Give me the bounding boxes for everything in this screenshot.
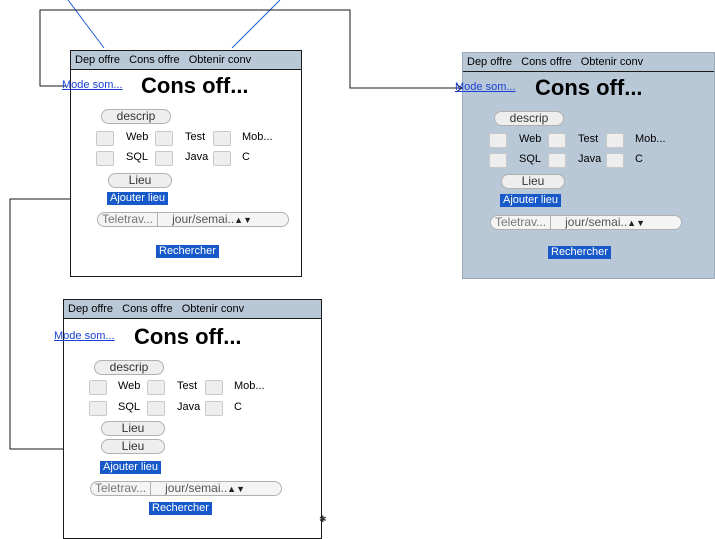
checkbox-c[interactable] bbox=[606, 153, 624, 168]
checkbox-sql[interactable] bbox=[96, 151, 114, 166]
location-input[interactable]: Lieu bbox=[501, 174, 565, 189]
checkbox-java[interactable] bbox=[147, 401, 165, 416]
label-java: Java bbox=[578, 153, 602, 165]
mode-link[interactable]: Mode som... bbox=[62, 79, 123, 91]
tab-dep-offre[interactable]: Dep offre bbox=[467, 56, 512, 68]
search-button[interactable]: Rechercher bbox=[156, 245, 219, 258]
add-location-button[interactable]: Ajouter lieu bbox=[107, 192, 169, 205]
label-java: Java bbox=[177, 401, 201, 413]
label-c: C bbox=[234, 401, 242, 413]
checkbox-mob[interactable] bbox=[213, 131, 231, 146]
tab-obtenir-conv[interactable]: Obtenir conv bbox=[182, 303, 244, 315]
remote-select-left: Teletrav... bbox=[95, 481, 147, 495]
checkbox-sql[interactable] bbox=[89, 401, 107, 416]
connector-line bbox=[67, 0, 105, 49]
tab-cons-offre[interactable]: Cons offre bbox=[521, 56, 572, 68]
checkbox-mob[interactable] bbox=[606, 133, 624, 148]
remote-work-select[interactable]: Teletrav... jour/semai..▲▼ bbox=[90, 481, 282, 496]
label-mob: Mob... bbox=[234, 380, 265, 392]
add-location-button[interactable]: Ajouter lieu bbox=[100, 461, 162, 474]
checkbox-web[interactable] bbox=[96, 131, 114, 146]
remote-select-left: Teletrav... bbox=[495, 215, 547, 229]
search-button[interactable]: Rechercher bbox=[548, 246, 611, 259]
remote-work-select[interactable]: Teletrav... jour/semai..▲▼ bbox=[490, 215, 682, 230]
add-location-button[interactable]: Ajouter lieu bbox=[500, 194, 562, 207]
label-java: Java bbox=[185, 151, 209, 163]
label-test: Test bbox=[578, 133, 599, 145]
tab-dep-offre[interactable]: Dep offre bbox=[68, 303, 113, 315]
label-web: Web bbox=[126, 131, 149, 143]
checkbox-test[interactable] bbox=[147, 380, 165, 395]
label-test: Test bbox=[177, 380, 198, 392]
label-sql: SQL bbox=[519, 153, 542, 165]
mode-link[interactable]: Mode som... bbox=[54, 330, 115, 342]
checkbox-mob[interactable] bbox=[205, 380, 223, 395]
tab-dep-offre[interactable]: Dep offre bbox=[75, 54, 120, 66]
label-mob: Mob... bbox=[242, 131, 273, 143]
tab-bar: Dep offre Cons offre Obtenir conv bbox=[463, 53, 714, 72]
location-input[interactable]: Lieu bbox=[101, 421, 165, 436]
checkbox-java[interactable] bbox=[548, 153, 566, 168]
tab-cons-offre[interactable]: Cons offre bbox=[122, 303, 173, 315]
description-input[interactable]: descrip bbox=[494, 111, 564, 126]
checkbox-web[interactable] bbox=[489, 133, 507, 148]
label-sql: SQL bbox=[126, 151, 149, 163]
mode-link[interactable]: Mode som... bbox=[455, 81, 516, 93]
tab-obtenir-conv[interactable]: Obtenir conv bbox=[581, 56, 643, 68]
search-button[interactable]: Rechercher bbox=[149, 502, 212, 515]
checkbox-c[interactable] bbox=[205, 401, 223, 416]
description-input[interactable]: descrip bbox=[101, 109, 171, 124]
remote-work-select[interactable]: Teletrav... jour/semai..▲▼ bbox=[97, 212, 289, 227]
location-input[interactable]: Lieu bbox=[108, 173, 172, 188]
remote-select-left: Teletrav... bbox=[102, 212, 154, 226]
location-input-added[interactable]: Lieu bbox=[101, 439, 165, 454]
label-c: C bbox=[635, 153, 643, 165]
updown-arrows-icon: ▲▼ bbox=[234, 215, 252, 225]
checkbox-web[interactable] bbox=[89, 380, 107, 395]
label-test: Test bbox=[185, 131, 206, 143]
checkbox-c[interactable] bbox=[213, 151, 231, 166]
checkbox-java[interactable] bbox=[155, 151, 173, 166]
checkbox-test[interactable] bbox=[548, 133, 566, 148]
tab-cons-offre[interactable]: Cons offre bbox=[129, 54, 180, 66]
checkbox-sql[interactable] bbox=[489, 153, 507, 168]
remote-select-right: jour/semai.. bbox=[550, 216, 627, 229]
page-title: Cons off... bbox=[141, 73, 249, 98]
label-sql: SQL bbox=[118, 401, 141, 413]
label-web: Web bbox=[118, 380, 141, 392]
checkbox-test[interactable] bbox=[155, 131, 173, 146]
page-title: Cons off... bbox=[535, 75, 643, 100]
page-title: Cons off... bbox=[134, 324, 242, 349]
tab-bar: Dep offre Cons offre Obtenir conv bbox=[64, 300, 321, 319]
label-mob: Mob... bbox=[635, 133, 666, 145]
tab-obtenir-conv[interactable]: Obtenir conv bbox=[189, 54, 251, 66]
label-web: Web bbox=[519, 133, 542, 145]
updown-arrows-icon: ▲▼ bbox=[627, 218, 645, 228]
mouse-cursor-icon: ✱ bbox=[319, 514, 327, 524]
updown-arrows-icon: ▲▼ bbox=[227, 484, 245, 494]
description-input[interactable]: descrip bbox=[94, 360, 164, 375]
remote-select-right: jour/semai.. bbox=[150, 482, 227, 495]
tab-bar: Dep offre Cons offre Obtenir conv bbox=[71, 51, 301, 70]
remote-select-right: jour/semai.. bbox=[157, 213, 234, 226]
connector-line bbox=[231, 0, 281, 49]
label-c: C bbox=[242, 151, 250, 163]
